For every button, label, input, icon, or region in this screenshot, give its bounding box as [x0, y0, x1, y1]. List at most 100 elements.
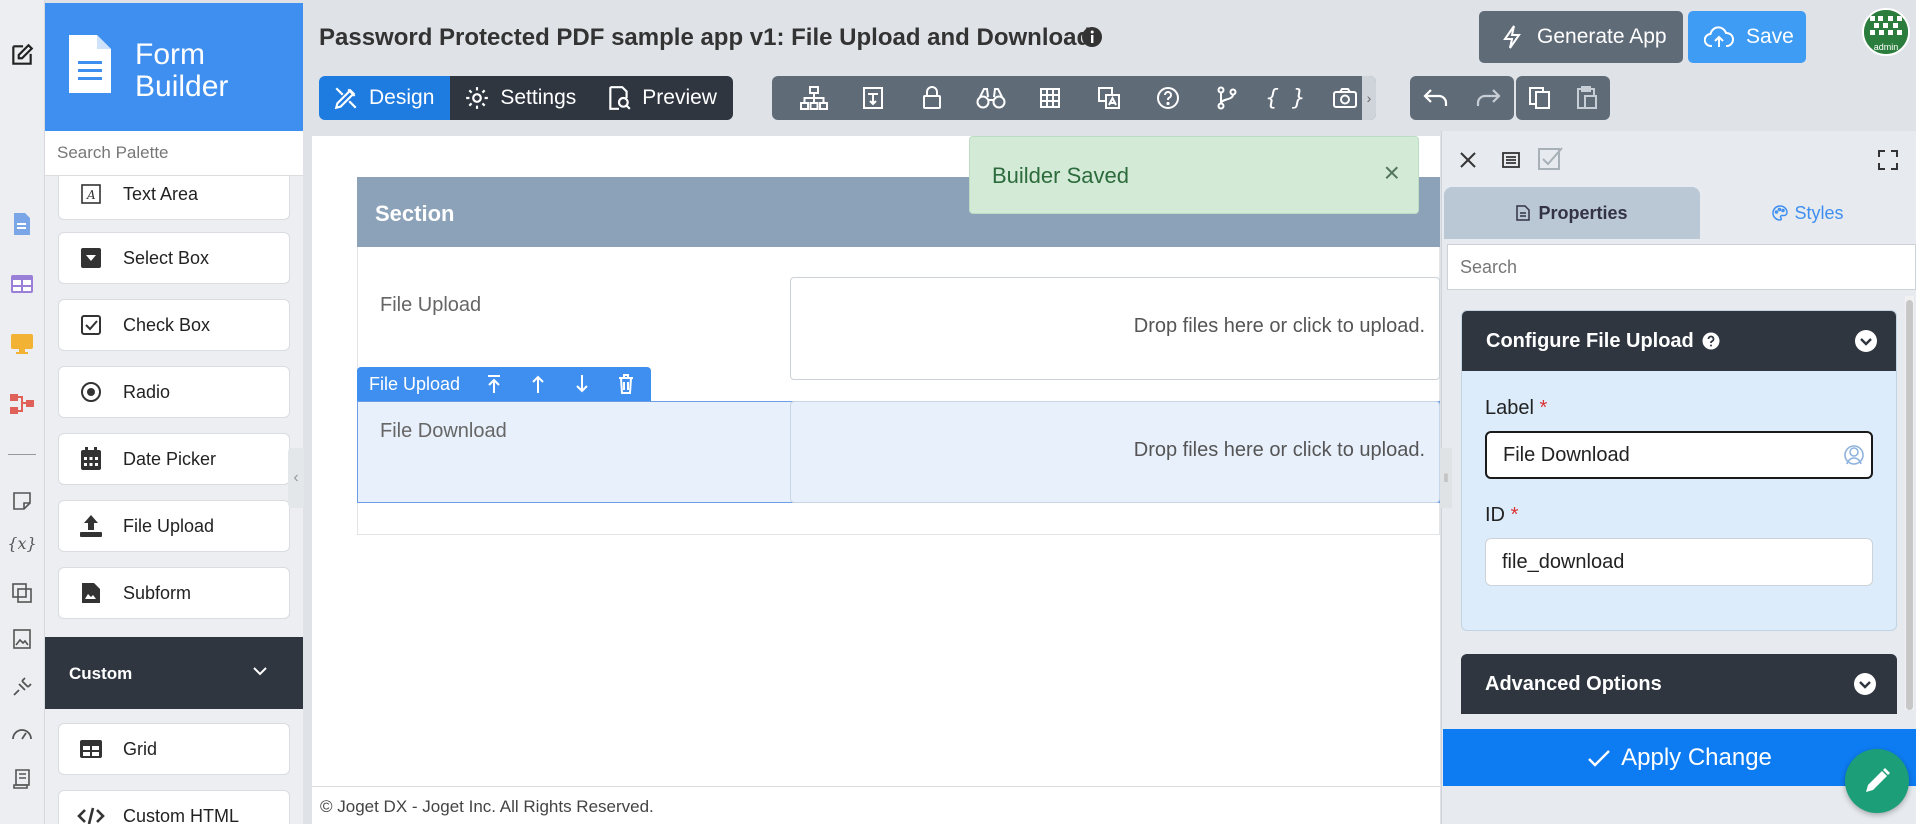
advanced-options-header[interactable]: Advanced Options: [1461, 654, 1897, 714]
check-icon: [1588, 749, 1610, 767]
script-icon[interactable]: [9, 766, 35, 792]
checkbox-icon[interactable]: [1537, 145, 1567, 173]
avatar[interactable]: admin: [1862, 8, 1910, 56]
arrow-down-icon[interactable]: [560, 367, 604, 401]
toolbar-more-icon[interactable]: ›: [1362, 76, 1376, 120]
left-icon-rail: {x}: [0, 0, 45, 824]
field-label-file-download: File Download: [380, 420, 507, 442]
edit-form-icon[interactable]: [9, 42, 35, 68]
palette-item-label: Grid: [123, 738, 158, 759]
brand-line-1: Form: [135, 38, 205, 71]
paste-icon[interactable]: [1563, 76, 1610, 120]
copy-icon[interactable]: [1516, 76, 1563, 120]
palette-item-label: Date Picker: [123, 448, 217, 469]
configure-file-upload-header[interactable]: Configure File Upload: [1462, 311, 1896, 371]
tab-settings[interactable]: Settings: [450, 76, 593, 120]
id-field-text: ID: [1485, 504, 1505, 526]
palette-item-custom-html[interactable]: Custom HTML: [58, 790, 290, 824]
tab-preview[interactable]: Preview: [592, 76, 733, 120]
translate-icon[interactable]: [1079, 76, 1138, 120]
palette-item-file-upload[interactable]: File Upload: [58, 500, 290, 552]
save-label: Save: [1746, 25, 1794, 48]
branch-icon[interactable]: [1197, 76, 1256, 120]
palette-item-label: Subform: [123, 582, 192, 603]
close-icon[interactable]: [1458, 150, 1478, 170]
palette-item-date-picker[interactable]: Date Picker: [58, 433, 290, 485]
tab-label: Design: [369, 86, 435, 109]
properties-search-input[interactable]: [1447, 244, 1916, 290]
undo-icon[interactable]: [1410, 76, 1462, 120]
palette-search-input[interactable]: [45, 131, 303, 176]
redo-icon[interactable]: [1462, 76, 1514, 120]
tab-label: Settings: [500, 86, 577, 109]
id-input[interactable]: [1485, 538, 1873, 586]
palette-item-select-box[interactable]: Select Box: [58, 232, 290, 284]
cloud-upload-icon: [1704, 26, 1734, 47]
help-icon[interactable]: [1138, 76, 1197, 120]
save-button[interactable]: Save: [1688, 11, 1806, 63]
note-icon[interactable]: [9, 488, 35, 514]
palette-item-grid[interactable]: Grid: [58, 723, 290, 775]
binoculars-icon[interactable]: [961, 76, 1020, 120]
fullscreen-icon[interactable]: [1877, 149, 1899, 171]
element-toolbar-label: File Upload: [369, 373, 461, 394]
scrollbar-thumb[interactable]: [1906, 300, 1913, 710]
palette-item-radio[interactable]: Radio: [58, 366, 290, 418]
properties-tabs: Properties Styles: [1444, 187, 1916, 239]
insert-element-icon[interactable]: [843, 76, 902, 120]
apply-change-label: Apply Change: [1621, 743, 1772, 771]
tab-properties[interactable]: Properties: [1444, 187, 1700, 239]
panel-layout-icon[interactable]: [1501, 150, 1521, 170]
palette-item-subform[interactable]: Subform: [58, 567, 290, 619]
form-document-icon: [67, 33, 113, 95]
tree-icon[interactable]: [784, 76, 843, 120]
design-icon: [334, 87, 357, 110]
arrow-up-icon[interactable]: [516, 367, 560, 401]
toast-message: Builder Saved: [992, 163, 1129, 188]
help-icon[interactable]: [1702, 332, 1720, 350]
table-icon[interactable]: [1020, 76, 1079, 120]
chevron-down-icon[interactable]: [1854, 329, 1878, 353]
dashboard-icon[interactable]: [9, 720, 35, 746]
move-to-top-icon[interactable]: [472, 367, 516, 401]
form-icon[interactable]: [9, 211, 35, 237]
chevron-down-icon[interactable]: [1853, 672, 1877, 696]
document-icon: [1516, 205, 1531, 221]
variable-icon[interactable]: {x}: [7, 530, 36, 556]
tab-design[interactable]: Design: [319, 76, 451, 120]
palette-item-check-box[interactable]: Check Box: [58, 299, 290, 351]
custom-category-header[interactable]: Custom: [45, 637, 303, 709]
palette-item-label: Custom HTML: [123, 805, 240, 824]
generate-app-button[interactable]: Generate App: [1479, 11, 1683, 63]
process-icon[interactable]: [9, 391, 35, 417]
trash-icon[interactable]: [604, 367, 648, 401]
datalist-icon[interactable]: [9, 271, 35, 297]
json-icon[interactable]: { }: [1256, 76, 1315, 120]
svg-text:A: A: [86, 188, 96, 202]
close-icon[interactable]: ×: [1384, 159, 1400, 187]
palette-collapse-handle[interactable]: ‹: [288, 448, 304, 508]
file-download-dropzone[interactable]: Drop files here or click to upload.: [790, 401, 1440, 503]
builder-mode-tabs: Design Settings Preview: [319, 76, 733, 120]
resource-icon[interactable]: [9, 580, 35, 606]
userview-icon[interactable]: [9, 331, 35, 357]
code-icon: [77, 802, 105, 824]
tab-styles[interactable]: Styles: [1700, 187, 1916, 239]
palette-item-label: Select Box: [123, 247, 210, 268]
panel-resize-handle[interactable]: ‖: [1440, 448, 1452, 508]
lock-icon[interactable]: [902, 76, 961, 120]
file-upload-dropzone[interactable]: Drop files here or click to upload.: [790, 277, 1440, 380]
upload-icon: [77, 512, 105, 540]
required-mark: *: [1539, 397, 1548, 419]
info-icon[interactable]: [1081, 26, 1103, 48]
contact-icon[interactable]: [1844, 445, 1864, 465]
chevron-down-icon: [252, 663, 268, 679]
builder-toolbar: { }: [772, 76, 1376, 120]
palette-item-text-area[interactable]: A Text Area: [58, 176, 290, 220]
image-icon[interactable]: [9, 626, 35, 652]
app-title: Password Protected PDF sample app v1: Fi…: [319, 24, 1092, 51]
plugin-icon[interactable]: [9, 674, 35, 700]
grid-icon: [77, 735, 105, 763]
label-input[interactable]: [1485, 431, 1873, 479]
edit-fab-button[interactable]: [1845, 749, 1909, 813]
